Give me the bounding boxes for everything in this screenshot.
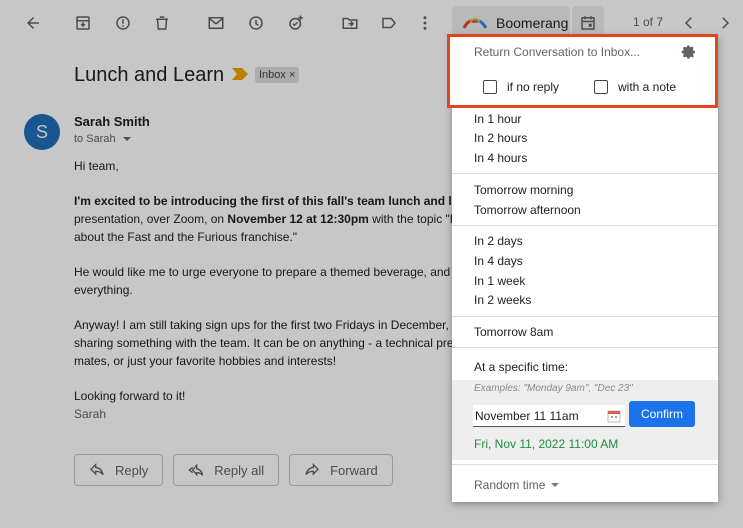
- gear-icon[interactable]: [681, 44, 697, 60]
- random-time-dropdown[interactable]: Random time: [474, 478, 560, 492]
- option-in-2-hours[interactable]: In 2 hours: [474, 131, 527, 145]
- if-no-reply-checkbox[interactable]: if no reply: [483, 80, 559, 94]
- option-tomorrow-8am[interactable]: Tomorrow 8am: [474, 325, 553, 339]
- menu-divider: [452, 316, 718, 317]
- with-note-checkbox[interactable]: with a note: [594, 80, 676, 94]
- return-conversation-title[interactable]: Return Conversation to Inbox...: [474, 45, 640, 59]
- menu-divider: [452, 347, 718, 348]
- date-picker-icon[interactable]: [607, 409, 621, 423]
- if-no-reply-box[interactable]: [483, 80, 497, 94]
- examples-hint: Examples: "Monday 9am", "Dec 23": [474, 383, 633, 394]
- with-note-box[interactable]: [594, 80, 608, 94]
- random-time-label: Random time: [474, 478, 546, 492]
- menu-divider: [452, 464, 718, 465]
- option-in-1-hour[interactable]: In 1 hour: [474, 112, 521, 126]
- menu-divider: [452, 173, 718, 174]
- confirm-button[interactable]: Confirm: [629, 401, 695, 427]
- specific-time-label: At a specific time:: [474, 360, 569, 374]
- option-in-4-days[interactable]: In 4 days: [474, 254, 523, 268]
- option-tomorrow-afternoon[interactable]: Tomorrow afternoon: [474, 203, 581, 217]
- option-in-1-week[interactable]: In 1 week: [474, 274, 525, 288]
- option-in-4-hours[interactable]: In 4 hours: [474, 151, 527, 165]
- menu-divider: [452, 225, 718, 226]
- option-in-2-days[interactable]: In 2 days: [474, 234, 523, 248]
- chevron-down-icon: [551, 483, 560, 487]
- specific-time-input[interactable]: [473, 405, 625, 427]
- parsed-time: Fri, Nov 11, 2022 11:00 AM: [474, 437, 619, 451]
- if-no-reply-label: if no reply: [507, 80, 560, 94]
- option-tomorrow-morning[interactable]: Tomorrow morning: [474, 183, 573, 197]
- with-note-label: with a note: [618, 80, 677, 94]
- option-in-2-weeks[interactable]: In 2 weeks: [474, 293, 531, 307]
